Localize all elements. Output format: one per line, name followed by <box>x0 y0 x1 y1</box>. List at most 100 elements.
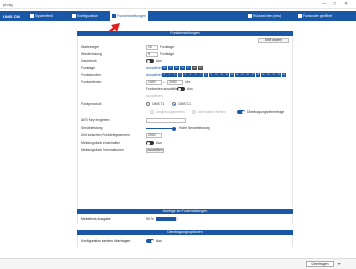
minimize-button[interactable]: — <box>322 1 327 7</box>
aes-key-input[interactable] <box>146 118 186 123</box>
sendeleistung-value: Hohe Sendeleistung <box>179 126 210 130</box>
hour-chip[interactable]: 9 <box>208 73 214 77</box>
hour-chip[interactable]: 5 <box>188 73 193 77</box>
radio-umgebung[interactable] <box>150 110 154 114</box>
maximize-button[interactable]: □ <box>333 1 336 7</box>
weekday-chip[interactable]: Mi <box>174 66 179 70</box>
hour-chip[interactable]: 0 <box>162 73 167 77</box>
stunden-label: Funkstunden <box>81 73 101 77</box>
row-funkprotokoll: Funkprotokoll OMS T1 OMS C1 <box>78 102 294 108</box>
adv-toggle[interactable] <box>146 239 154 243</box>
back-icon[interactable]: ⇤ <box>338 261 341 266</box>
weekday-chip[interactable]: Fr <box>186 66 191 70</box>
hour-chip[interactable]: 23 <box>281 73 287 77</box>
hour-chip[interactable]: 11 <box>219 73 224 77</box>
weekday-chip[interactable]: Mo <box>162 66 167 70</box>
zeitintervall-label: Zeit zwischen Funktelegrammen <box>81 133 130 137</box>
wartezeit-label: Wartezeiger <box>81 45 100 49</box>
hour-chip[interactable]: 10 <box>214 73 219 77</box>
tab-label: Konfiguration <box>77 14 99 18</box>
hour-chip[interactable]: 2 <box>172 73 178 77</box>
hour-chips: 0 1 2 3 4 5 6 7 8 9 10 11 12 13 14 15 16 17 18 19 20 21 22 23 <box>162 73 288 77</box>
radio-alternative[interactable] <box>192 110 196 114</box>
adv-label: Konfiguration senden übertragen <box>81 239 131 243</box>
nav-right-item-1[interactable]: Rückzeichen (neu) <box>248 11 281 21</box>
wartezeit-input[interactable]: 10 <box>146 45 158 50</box>
row-wiederholung: Wiederholung 5 Funktage <box>78 52 294 58</box>
weekday-chip[interactable]: Di <box>168 66 173 70</box>
row-stunden: Funkstunden Auswählen 0 1 2 3 4 5 6 7 8 9 10 11 12 13… <box>78 73 294 79</box>
aes-label: AES Key eingeben <box>81 118 110 122</box>
reset-button[interactable]: Stell ändern <box>258 38 289 43</box>
funkprotokoll-label: Funkprotokoll <box>81 102 102 106</box>
hour-chip[interactable]: 20 <box>266 73 271 77</box>
advanced-panel: Konfiguration senden übertragen Aus <box>77 235 293 247</box>
window-title: prolig <box>3 2 13 7</box>
radio-oms-t1[interactable] <box>146 102 150 106</box>
zeitintervall-input[interactable]: 2000 <box>146 133 162 138</box>
sendeleistung-label: Sendeleistung <box>81 126 103 130</box>
window-titlebar: prolig — □ ✕ <box>0 0 356 9</box>
ack-progress <box>156 217 178 221</box>
hour-chip[interactable]: 8 <box>203 73 209 77</box>
zeit-toggle[interactable] <box>177 87 185 91</box>
hour-chip[interactable]: 4 <box>182 73 188 77</box>
close-button[interactable]: ✕ <box>344 1 348 7</box>
radio-alternative-label: Alternative Werten <box>198 110 226 114</box>
adv-toggle-label: Aus <box>156 239 162 243</box>
row-sendeleistung: Sendeleistung Hohe Sendeleistung <box>78 126 294 132</box>
auswahl-disabled-link: Auswählen <box>146 94 163 98</box>
wiederholung-input[interactable]: 5 <box>146 52 158 57</box>
hour-chip[interactable]: 12 <box>224 73 230 77</box>
slider-thumb[interactable] <box>172 126 176 131</box>
funk-settings-panel: Stell ändern Wartezeiger 10 Funktage Wie… <box>77 36 293 207</box>
funkzeiten-from-input[interactable]: 1400 <box>146 80 162 85</box>
dauerbetrieb-toggle-label: Aus <box>156 59 162 63</box>
meldungen-toggle[interactable] <box>146 141 154 145</box>
funktage-select-link[interactable]: Auswählen <box>146 66 163 70</box>
row-funktage: Funktage Auswählen Mo Di Mi Do Fr Sa So <box>78 66 294 72</box>
hour-chip[interactable]: 13 <box>229 73 235 77</box>
sendeleistung-slider[interactable] <box>146 126 176 131</box>
hour-chip[interactable]: 16 <box>245 73 250 77</box>
system-icon <box>30 13 34 18</box>
toggle-knob <box>241 110 245 114</box>
stunden-select-link[interactable]: Auswählen <box>146 73 163 77</box>
hour-chip[interactable]: 21 <box>271 73 276 77</box>
radio-icon <box>112 13 116 18</box>
hour-chip[interactable]: 18 <box>255 73 261 77</box>
ack-panel: Meldefunk Ausgabe 90 % <box>77 214 293 224</box>
row-radio-options: Umgebungswerten Alternative Werten Übert… <box>78 110 294 116</box>
hour-chip[interactable]: 22 <box>276 73 282 77</box>
ack-value: 90 % <box>146 217 154 221</box>
hour-chip[interactable]: 7 <box>198 73 204 77</box>
hour-chip[interactable]: 1 <box>167 73 172 77</box>
radio-oms-t1-label: OMS T1 <box>152 102 165 106</box>
hour-chip[interactable]: 15 <box>240 73 245 77</box>
module-icon <box>298 13 302 18</box>
hour-chip[interactable]: 19 <box>260 73 266 77</box>
weekday-chip[interactable]: Sa <box>192 66 197 70</box>
dauerbetrieb-toggle[interactable] <box>146 59 154 63</box>
nav-right-item-2[interactable]: Funkcoder geöffnet <box>298 11 332 21</box>
schluessel-select-button[interactable]: Auswählen <box>146 148 164 153</box>
zeit-toggle-state: Aus <box>187 87 193 91</box>
weekday-chip[interactable]: So <box>198 66 203 70</box>
weekday-chip[interactable]: Do <box>180 66 185 70</box>
hour-chip[interactable]: 17 <box>250 73 256 77</box>
save-button[interactable]: Übertragen <box>306 261 334 267</box>
tab-systemfeld[interactable]: Systemfeld <box>28 11 55 21</box>
funkzeiten-unit: Uhr <box>185 80 191 84</box>
reihenfolge-toggle[interactable] <box>237 110 245 114</box>
hour-chip[interactable]: 6 <box>193 73 198 77</box>
meldungen-label: Meldungsfunk einschalten <box>81 141 121 145</box>
funkzeiten-to-input[interactable]: 2000 <box>167 80 183 85</box>
hour-chip[interactable]: 3 <box>177 73 183 77</box>
dash-separator: – <box>163 80 165 84</box>
row-funkzeiten: Funkzeitenen 1400 – 2000 Uhr <box>78 80 294 86</box>
dauerbetrieb-label: Dauerfunk <box>81 59 97 63</box>
row-meldungen: Meldungsfunk einschalten Aus <box>78 141 294 147</box>
footer-bar: Übertragen ⇤ <box>0 258 356 269</box>
hour-chip[interactable]: 14 <box>234 73 240 77</box>
radio-oms-c1[interactable] <box>172 102 176 106</box>
